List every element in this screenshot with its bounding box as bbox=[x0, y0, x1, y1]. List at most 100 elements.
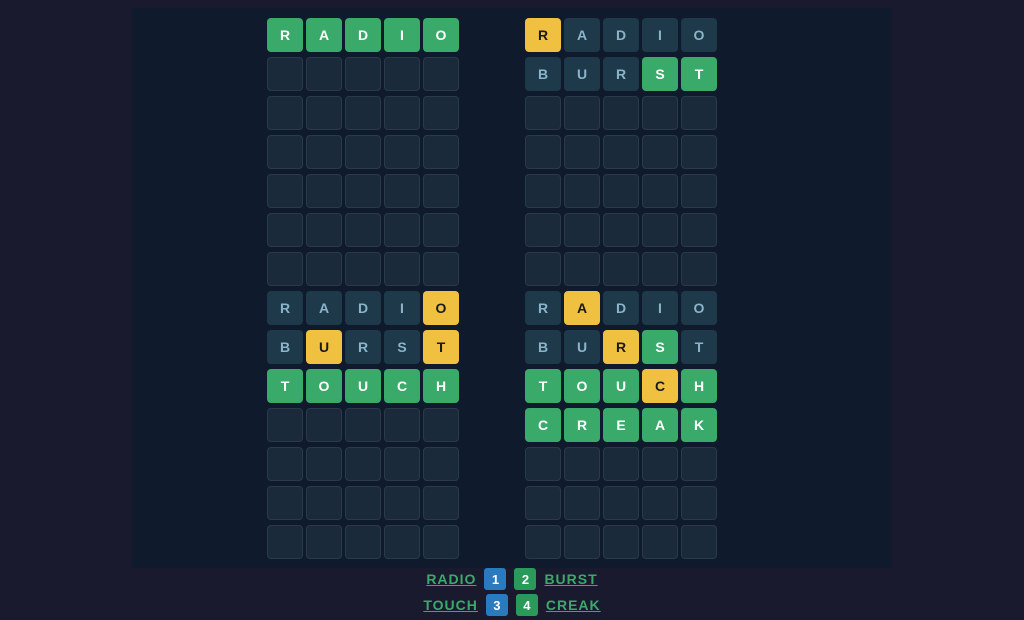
cell-1-6-0 bbox=[267, 252, 303, 286]
grid-panel-1: RADIORADIOBURSTTOUCH bbox=[263, 18, 503, 564]
grid-2-row-1: BURST bbox=[525, 57, 757, 93]
cell-1-4-4 bbox=[423, 174, 459, 208]
word-link-touch[interactable]: TOUCH bbox=[423, 597, 478, 613]
badge-1: 1 bbox=[484, 568, 506, 590]
cell-2-8-3: S bbox=[642, 330, 678, 364]
grid-2-row-5 bbox=[525, 213, 757, 249]
cell-2-5-2 bbox=[603, 213, 639, 247]
cell-1-0-1: A bbox=[306, 18, 342, 52]
cell-2-3-3 bbox=[642, 135, 678, 169]
cell-1-7-4: O bbox=[423, 291, 459, 325]
cell-1-11-3 bbox=[384, 447, 420, 481]
cell-2-0-2: D bbox=[603, 18, 639, 52]
word-link-burst[interactable]: BURST bbox=[544, 571, 597, 587]
cell-2-11-4 bbox=[681, 447, 717, 481]
cell-1-4-3 bbox=[384, 174, 420, 208]
cell-2-8-2: R bbox=[603, 330, 639, 364]
grid-1-row-13 bbox=[267, 525, 499, 561]
cell-2-4-2 bbox=[603, 174, 639, 208]
cell-1-10-0 bbox=[267, 408, 303, 442]
cell-2-3-0 bbox=[525, 135, 561, 169]
cell-1-12-0 bbox=[267, 486, 303, 520]
cell-2-5-1 bbox=[564, 213, 600, 247]
cell-2-1-3: S bbox=[642, 57, 678, 91]
cell-1-6-1 bbox=[306, 252, 342, 286]
grid-1-row-9: TOUCH bbox=[267, 369, 499, 405]
cell-1-7-3: I bbox=[384, 291, 420, 325]
cell-1-0-2: D bbox=[345, 18, 381, 52]
cell-1-10-3 bbox=[384, 408, 420, 442]
grid-2-row-4 bbox=[525, 174, 757, 210]
cell-1-4-2 bbox=[345, 174, 381, 208]
cell-1-8-0: B bbox=[267, 330, 303, 364]
word-link-radio[interactable]: RADIO bbox=[426, 571, 476, 587]
cell-2-0-1: A bbox=[564, 18, 600, 52]
cell-2-11-1 bbox=[564, 447, 600, 481]
grids-area: RADIORADIOBURSTTOUCH RADIOBURSTRADIOBURS… bbox=[132, 18, 892, 564]
cell-2-0-4: O bbox=[681, 18, 717, 52]
cell-2-11-2 bbox=[603, 447, 639, 481]
cell-2-4-1 bbox=[564, 174, 600, 208]
cell-2-2-3 bbox=[642, 96, 678, 130]
cell-2-4-4 bbox=[681, 174, 717, 208]
cell-2-12-0 bbox=[525, 486, 561, 520]
cell-2-11-3 bbox=[642, 447, 678, 481]
cell-2-3-2 bbox=[603, 135, 639, 169]
cell-1-9-3: C bbox=[384, 369, 420, 403]
cell-1-3-4 bbox=[423, 135, 459, 169]
cell-1-9-0: T bbox=[267, 369, 303, 403]
cell-2-13-0 bbox=[525, 525, 561, 559]
cell-1-5-3 bbox=[384, 213, 420, 247]
cell-1-7-1: A bbox=[306, 291, 342, 325]
cell-2-10-1: R bbox=[564, 408, 600, 442]
cell-2-7-1: A bbox=[564, 291, 600, 325]
cell-2-10-3: A bbox=[642, 408, 678, 442]
cell-2-2-4 bbox=[681, 96, 717, 130]
cell-2-10-0: C bbox=[525, 408, 561, 442]
grid-2-row-10: CREAK bbox=[525, 408, 757, 444]
grid-1-row-6 bbox=[267, 252, 499, 288]
cell-2-6-2 bbox=[603, 252, 639, 286]
cell-2-12-1 bbox=[564, 486, 600, 520]
cell-2-13-1 bbox=[564, 525, 600, 559]
badge-3: 3 bbox=[486, 594, 508, 616]
cell-2-7-0: R bbox=[525, 291, 561, 325]
cell-1-4-0 bbox=[267, 174, 303, 208]
bottom-row-1: RADIO 1 2 BURST bbox=[426, 568, 597, 590]
cell-2-1-2: R bbox=[603, 57, 639, 91]
cell-1-3-0 bbox=[267, 135, 303, 169]
cell-1-5-0 bbox=[267, 213, 303, 247]
grid-2-row-9: TOUCH bbox=[525, 369, 757, 405]
word-link-creak[interactable]: CREAK bbox=[546, 597, 601, 613]
cell-2-6-4 bbox=[681, 252, 717, 286]
bottom-row-2: TOUCH 3 4 CREAK bbox=[423, 594, 600, 616]
cell-1-9-1: O bbox=[306, 369, 342, 403]
cell-1-1-3 bbox=[384, 57, 420, 91]
cell-2-1-1: U bbox=[564, 57, 600, 91]
cell-2-0-0: R bbox=[525, 18, 561, 52]
cell-1-1-0 bbox=[267, 57, 303, 91]
grid-2-row-13 bbox=[525, 525, 757, 561]
cell-1-13-2 bbox=[345, 525, 381, 559]
cell-2-9-4: H bbox=[681, 369, 717, 403]
cell-2-6-1 bbox=[564, 252, 600, 286]
grid-1-row-1 bbox=[267, 57, 499, 93]
cell-2-13-4 bbox=[681, 525, 717, 559]
cell-1-9-2: U bbox=[345, 369, 381, 403]
cell-1-12-3 bbox=[384, 486, 420, 520]
cell-2-13-2 bbox=[603, 525, 639, 559]
cell-1-8-3: S bbox=[384, 330, 420, 364]
cell-1-8-2: R bbox=[345, 330, 381, 364]
cell-1-5-4 bbox=[423, 213, 459, 247]
grid-1-row-4 bbox=[267, 174, 499, 210]
cell-2-1-4: T bbox=[681, 57, 717, 91]
cell-1-11-2 bbox=[345, 447, 381, 481]
cell-1-8-4: T bbox=[423, 330, 459, 364]
cell-2-4-0 bbox=[525, 174, 561, 208]
cell-2-13-3 bbox=[642, 525, 678, 559]
cell-2-5-0 bbox=[525, 213, 561, 247]
cell-2-2-0 bbox=[525, 96, 561, 130]
grid-1-row-0: RADIO bbox=[267, 18, 499, 54]
grid-1-row-2 bbox=[267, 96, 499, 132]
cell-1-6-3 bbox=[384, 252, 420, 286]
